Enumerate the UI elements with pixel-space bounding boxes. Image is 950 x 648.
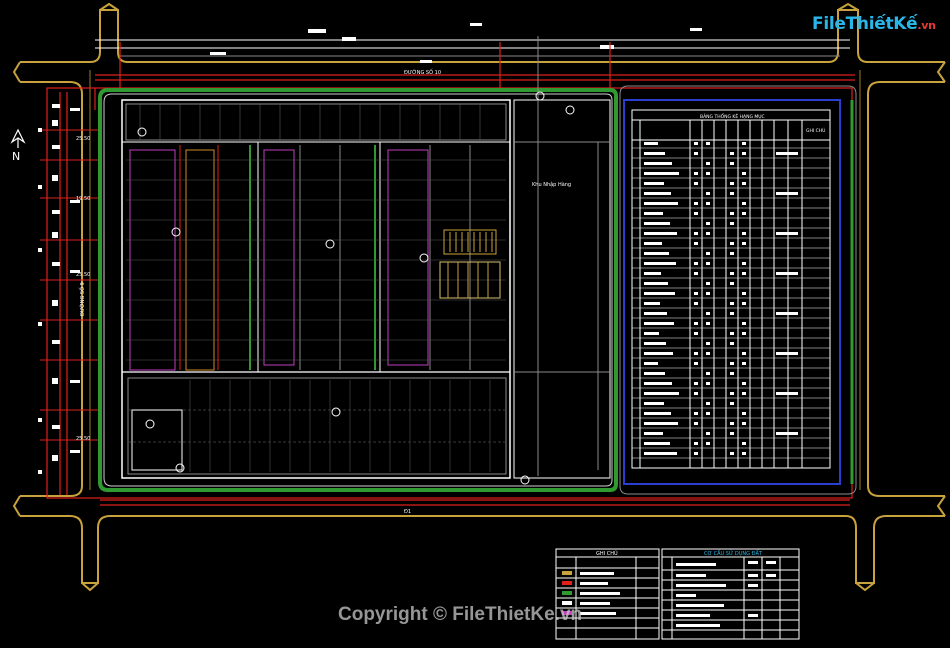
dim-left-4: 25.50 xyxy=(76,436,90,442)
brand-name: FileThiếtKế xyxy=(812,14,918,34)
dim-left-2: 19.50 xyxy=(76,196,90,202)
stats-table-note-col: GHI CHÚ xyxy=(806,127,825,134)
road-left-label: ĐƯỜNG SỐ 9 xyxy=(78,282,86,316)
loading-area-label: Khu Nhập Hàng xyxy=(532,181,571,188)
land-use-title: CƠ CẤU SỬ DỤNG ĐẤT xyxy=(704,549,763,557)
brand-suffix: .vn xyxy=(917,19,936,32)
road-bottom-label: Đ1 xyxy=(404,509,411,515)
stats-table-title: BẢNG THỐNG KÊ HẠNG MỤC xyxy=(700,112,765,120)
dim-left-1: 25.50 xyxy=(76,136,90,142)
legend-title: GHI CHÚ xyxy=(596,550,618,557)
dim-left-3: 25.50 xyxy=(76,272,90,278)
north-label: N xyxy=(12,150,20,163)
north-arrow-icon xyxy=(10,128,26,148)
copyright-watermark: Copyright © FileThietKe.vn xyxy=(338,604,583,625)
drawing-text-layer: ĐƯỜNG SỐ 10 Đ1 ĐƯỜNG SỐ 9 N Khu Nhập Hàn… xyxy=(10,68,825,557)
road-top-label: ĐƯỜNG SỐ 10 xyxy=(404,68,441,76)
brand-logo: FileThiếtKế.vn xyxy=(812,14,936,34)
